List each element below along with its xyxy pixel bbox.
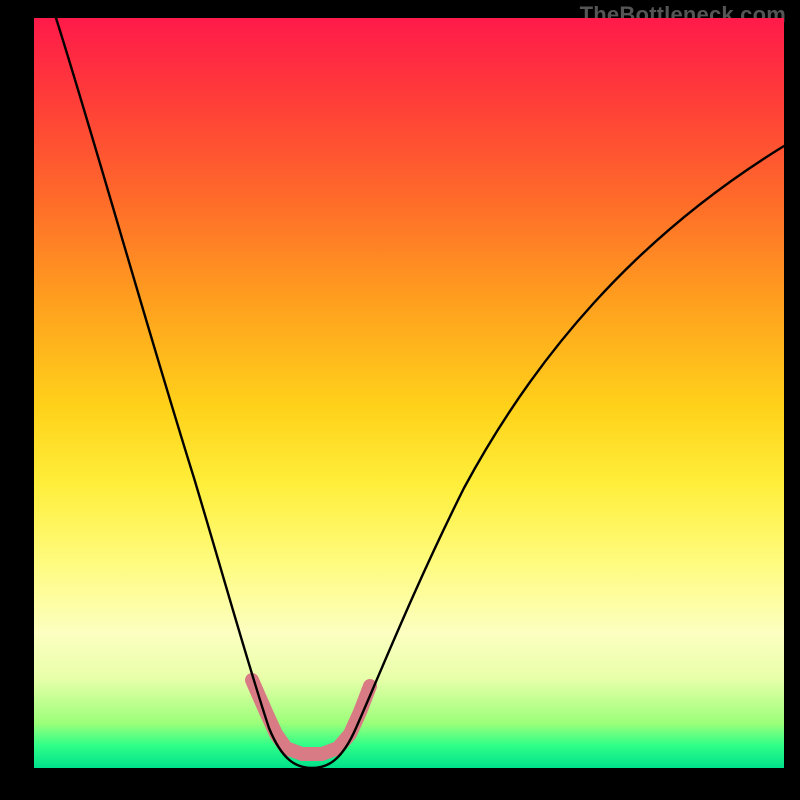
curve-layer bbox=[34, 18, 784, 768]
bottleneck-curve bbox=[56, 18, 784, 768]
chart-frame: TheBottleneck.com bbox=[0, 0, 800, 800]
plot-area bbox=[34, 18, 784, 768]
highlight-trough bbox=[252, 680, 370, 754]
